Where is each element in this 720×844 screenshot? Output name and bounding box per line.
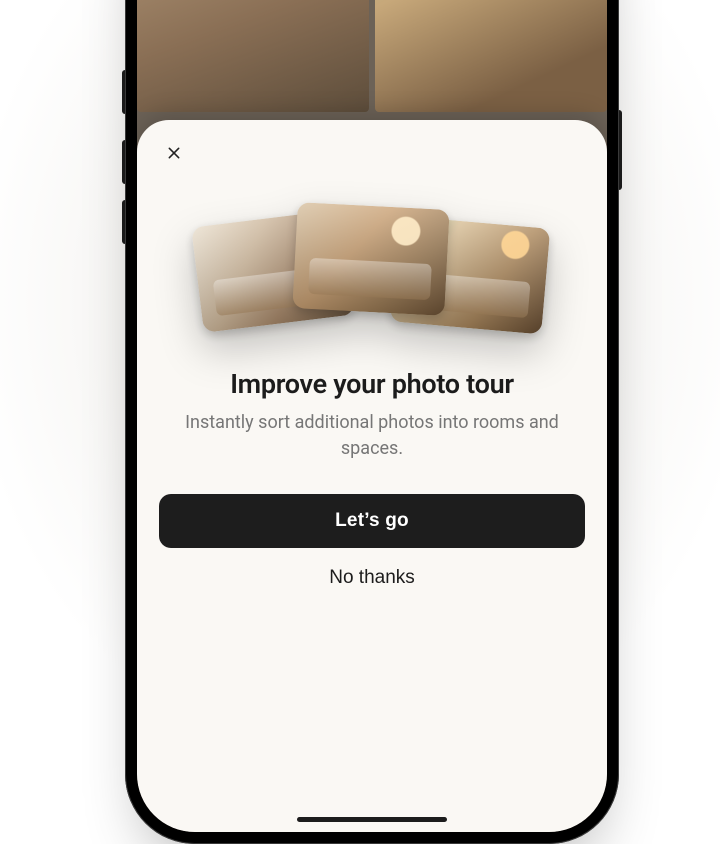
close-button[interactable] — [159, 138, 189, 168]
lets-go-button[interactable]: Let’s go — [159, 494, 585, 548]
modal-actions: Let’s go No thanks — [159, 494, 585, 604]
modal-subtitle: Instantly sort additional photos into ro… — [185, 410, 559, 462]
collage-photo-living-room — [292, 202, 449, 316]
phone-frame: Improve your photo tour Instantly sort a… — [125, 0, 619, 844]
background-photo — [137, 0, 369, 112]
close-icon — [166, 145, 182, 161]
modal-title: Improve your photo tour — [165, 368, 579, 400]
no-thanks-button[interactable]: No thanks — [159, 552, 585, 604]
photo-collage — [197, 192, 547, 342]
phone-screen: Improve your photo tour Instantly sort a… — [137, 0, 607, 832]
home-indicator[interactable] — [297, 817, 447, 822]
background-photo — [375, 0, 607, 112]
bottom-sheet: Improve your photo tour Instantly sort a… — [137, 120, 607, 832]
